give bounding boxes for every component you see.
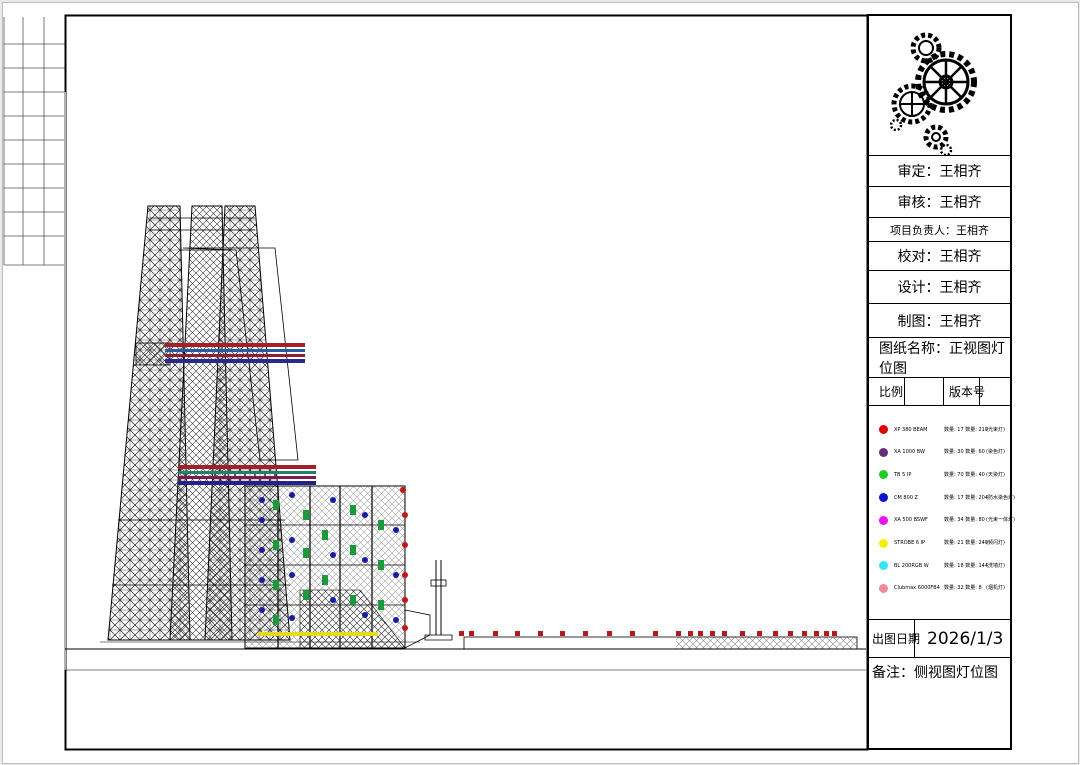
project-lead-row: 项目负责人：王相齐 [869, 217, 1010, 241]
drawing-name-row: 图纸名称：正视图灯位图 [869, 337, 1010, 377]
legend-quantity: 数量: 17 数量: 204 [944, 494, 989, 501]
legend-item: TB 5 IP 数量: 70 数量: 40 (天染灯) [879, 470, 1026, 480]
legend-note: (防水染色灯) [986, 494, 1015, 501]
legend-name: BL 200RGB W [894, 562, 929, 569]
remark-row: 备注：侧视图灯位图 [869, 657, 1010, 750]
legend-note: (洗墙灯) [986, 562, 1005, 569]
scale-value-divider [943, 378, 944, 405]
legend-note: (烟机灯) [986, 585, 1005, 592]
legend-note: (频闪灯) [986, 540, 1005, 546]
legend-item: XA 500 BSWF 数量: 34 数量: 80 (光束一体灯) [879, 515, 1026, 525]
legend-quantity: 数量: 17 数量: 210 [944, 426, 989, 433]
legend-quantity: 数量: 18 数量: 144 [944, 562, 989, 569]
legend-note: (光束一体灯) [986, 517, 1015, 524]
design-row: 设计：王相齐 [869, 270, 1010, 303]
drafting-row: 制图：王相齐 [869, 303, 1010, 337]
legend-item: STROBE 6 IP 数量: 21 数量: 240 (频闪灯) [879, 538, 1026, 548]
fixture-color-icon [879, 515, 888, 525]
legend-name: Clubmax 6000FB4 [894, 585, 940, 592]
gears-logo-icon [889, 32, 977, 157]
legend-name: TB 5 IP [894, 471, 912, 478]
legend-quantity: 数量: 70 数量: 40 [944, 471, 985, 478]
review-row: 审核：王相齐 [869, 186, 1010, 217]
fixture-color-icon [879, 447, 888, 457]
legend-item: XP 380 BEAM 数量: 17 数量: 210 (光束灯) [879, 425, 1026, 434]
fixture-color-icon [879, 538, 888, 548]
legend-note: (光束灯) [986, 426, 1005, 433]
legend-name: CM 800 Z [894, 494, 918, 501]
legend-item: Clubmax 6000FB4 数量: 32 数量: 8 (烟机灯) [879, 583, 1026, 593]
date-row: 出图日期 2026/1/3 [869, 619, 1010, 657]
fixture-color-icon [879, 470, 888, 480]
title-block: 审定：王相齐 审核：王相齐 项目负责人：王相齐 校对：王相齐 设计：王相齐 制图… [867, 14, 1015, 750]
legend-quantity: 数量: 30 数量: 60 [944, 449, 985, 456]
legend-name: XA 1000 BW [894, 449, 925, 456]
legend-note: (染色灯) [986, 449, 1005, 456]
fixture-color-icon [879, 561, 888, 571]
runway-platform [459, 631, 858, 650]
scale-label: 比例 [879, 385, 904, 399]
version-divider [979, 378, 980, 405]
stage-scaffold [244, 485, 431, 649]
fixture-color-icon [879, 425, 888, 434]
fixture-color-icon [879, 583, 888, 593]
legend-item: BL 200RGB W 数量: 18 数量: 144 (洗墙灯) [879, 561, 1026, 571]
legend-item: XA 1000 BW 数量: 30 数量: 60 (染色灯) [879, 447, 1026, 457]
scale-divider [904, 378, 905, 405]
approve-row: 审定：王相齐 [869, 155, 1010, 186]
mast-tower [424, 560, 453, 641]
stage-truss-drawing [100, 205, 858, 650]
legend-quantity: 数量: 34 数量: 80 [944, 517, 985, 524]
date-label: 出图日期 [872, 632, 921, 646]
date-value: 2026/1/3 [927, 628, 1004, 649]
legend-quantity: 数量: 21 数量: 240 [944, 540, 989, 546]
scale-version-row: 比例 版本号 [869, 377, 1010, 405]
legend-name: XA 500 BSWF [894, 517, 928, 524]
legend-item: CM 800 Z 数量: 17 数量: 204 (防水染色灯) [879, 493, 1026, 503]
legend-note: (天染灯) [986, 471, 1005, 478]
legend-name: STROBE 6 IP [894, 540, 926, 546]
date-divider [914, 620, 915, 657]
upper-fixture-bar [135, 342, 305, 366]
legend-quantity: 数量: 32 数量: 8 [944, 585, 982, 592]
legend-name: XP 380 BEAM [894, 426, 928, 433]
proofread-row: 校对：王相齐 [869, 241, 1010, 270]
fixture-color-icon [879, 493, 888, 503]
